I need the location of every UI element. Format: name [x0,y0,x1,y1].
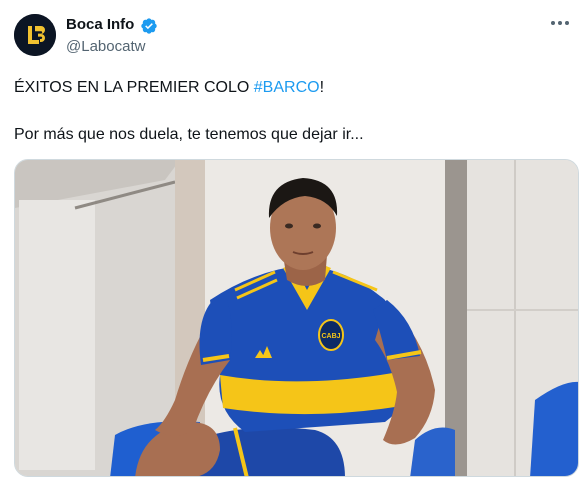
verified-badge-icon [141,18,157,34]
tweet-text-line-1: ÉXITOS EN LA PREMIER COLO #BARCO! [14,77,324,99]
author-handle[interactable]: @Labocatw [66,37,145,57]
player-photo: CABJ [15,160,578,476]
tweet-text-line-2: Por más que nos duela, te tenemos que de… [14,126,364,143]
tweet-card[interactable]: Boca Info @Labocatw ÉXITOS EN LA PREMIER… [0,0,585,490]
tweet-photo[interactable]: CABJ [14,159,579,477]
author-avatar[interactable] [14,14,56,56]
boca-info-logo-icon [14,14,56,56]
author-display-name[interactable]: Boca Info [66,15,134,35]
jersey-badge-text: CABJ [321,333,340,340]
tweet-text-suffix: ! [319,79,325,96]
more-dots-icon [551,21,569,25]
hashtag-link[interactable]: #BARCO [254,79,320,96]
tweet-text-prefix: ÉXITOS EN LA PREMIER COLO [14,79,254,96]
more-options-button[interactable] [547,12,573,34]
